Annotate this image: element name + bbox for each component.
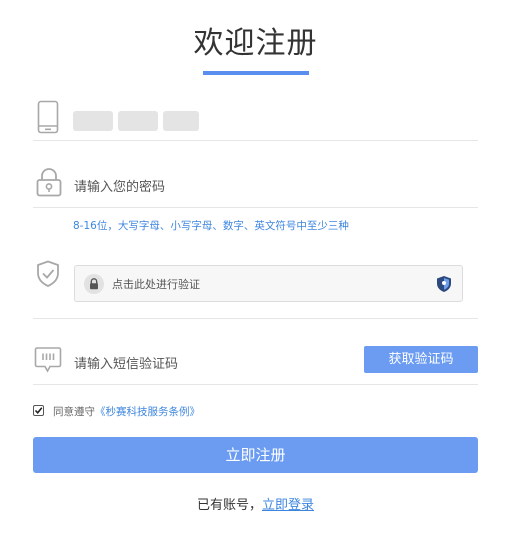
login-link[interactable]: 立即登录 [262, 498, 314, 513]
shield-icon [436, 275, 452, 297]
captcha-label: 点击此处进行验证 [112, 278, 200, 291]
lock-icon [84, 274, 104, 294]
title-underline [203, 71, 309, 75]
captcha-verify-box[interactable]: 点击此处进行验证 [74, 265, 463, 302]
sms-code-input[interactable]: 请输入短信验证码 [74, 353, 178, 372]
phone-number-blurred [73, 111, 113, 131]
lock-icon [36, 167, 62, 197]
page-title: 欢迎注册 [193, 26, 318, 61]
agreement-text: 同意遵守《秒赛科技服务条例》 [53, 404, 200, 419]
terms-link[interactable]: 《秒赛科技服务条例》 [95, 406, 200, 418]
login-prompt-text: 已有账号， [196, 498, 262, 513]
login-prompt: 已有账号，立即登录 [0, 494, 511, 513]
phone-number-blurred [163, 111, 199, 131]
phone-icon [37, 100, 59, 134]
divider [33, 140, 478, 141]
password-hint: 8-16位，大写字母、小写字母、数字、英文符号中至少三种 [73, 220, 349, 232]
divider [33, 318, 478, 319]
get-code-button[interactable]: 获取验证码 [364, 346, 478, 373]
divider [33, 207, 478, 208]
shield-check-icon [36, 260, 60, 288]
sms-icon [34, 346, 62, 374]
phone-number-blurred [118, 111, 158, 131]
register-button[interactable]: 立即注册 [33, 437, 478, 473]
divider [33, 384, 478, 385]
agree-checkbox[interactable] [33, 405, 44, 416]
agreement-prefix: 同意遵守 [53, 406, 95, 418]
password-input[interactable]: 请输入您的密码 [74, 176, 165, 195]
